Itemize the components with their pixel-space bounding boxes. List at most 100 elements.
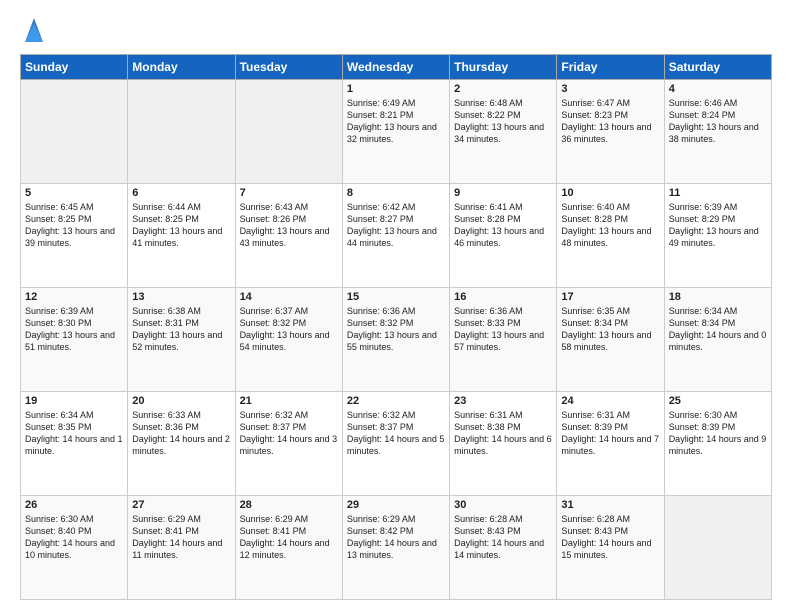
calendar-cell: 12 Sunrise: 6:39 AM Sunset: 8:30 PM Dayli… — [21, 288, 128, 392]
calendar-cell: 19Sunrise: 6:34 AM Sunset: 8:35 PM Dayli… — [21, 392, 128, 496]
calendar-cell: 3 Sunrise: 6:47 AM Sunset: 8:23 PM Daylig… — [557, 80, 664, 184]
day-number: 21 — [240, 395, 338, 407]
day-number: 2 — [454, 83, 552, 95]
day-number: 27 — [132, 499, 230, 511]
calendar-cell — [664, 496, 771, 600]
week-row-0: 1 Sunrise: 6:49 AM Sunset: 8:21 PM Daylig… — [21, 80, 772, 184]
day-info: Sunrise: 6:38 AM Sunset: 8:31 PM Dayligh… — [132, 305, 230, 354]
weekday-header-row: SundayMondayTuesdayWednesdayThursdayFrid… — [21, 55, 772, 80]
calendar-cell: 13 Sunrise: 6:38 AM Sunset: 8:31 PM Dayli… — [128, 288, 235, 392]
calendar-cell: 18 Sunrise: 6:34 AM Sunset: 8:34 PM Dayli… — [664, 288, 771, 392]
day-number: 22 — [347, 395, 445, 407]
calendar-cell: 9Sunrise: 6:41 AM Sunset: 8:28 PM Daylig… — [450, 184, 557, 288]
day-info: Sunrise: 6:46 AM Sunset: 8:24 PM Dayligh… — [669, 97, 767, 146]
day-number: 17 — [561, 291, 659, 303]
calendar-cell: 2 Sunrise: 6:48 AM Sunset: 8:22 PM Daylig… — [450, 80, 557, 184]
calendar-cell: 5 Sunrise: 6:45 AM Sunset: 8:25 PM Daylig… — [21, 184, 128, 288]
day-info: Sunrise: 6:32 AM Sunset: 8:37 PM Dayligh… — [347, 409, 445, 458]
weekday-header-tuesday: Tuesday — [235, 55, 342, 80]
day-info: Sunrise: 6:35 AM Sunset: 8:34 PM Dayligh… — [561, 305, 659, 354]
day-number: 4 — [669, 83, 767, 95]
calendar-cell: 24 Sunrise: 6:31 AM Sunset: 8:39 PM Dayli… — [557, 392, 664, 496]
day-info: Sunrise: 6:28 AM Sunset: 8:43 PM Dayligh… — [561, 513, 659, 562]
day-info: Sunrise: 6:29 AM Sunset: 8:41 PM Dayligh… — [132, 513, 230, 562]
day-number: 8 — [347, 187, 445, 199]
day-number: 5 — [25, 187, 123, 199]
weekday-header-friday: Friday — [557, 55, 664, 80]
day-number: 16 — [454, 291, 552, 303]
calendar-cell: 11Sunrise: 6:39 AM Sunset: 8:29 PM Dayli… — [664, 184, 771, 288]
day-info: Sunrise: 6:30 AM Sunset: 8:39 PM Dayligh… — [669, 409, 767, 458]
week-row-3: 19Sunrise: 6:34 AM Sunset: 8:35 PM Dayli… — [21, 392, 772, 496]
day-info: Sunrise: 6:28 AM Sunset: 8:43 PM Dayligh… — [454, 513, 552, 562]
logo-icon — [23, 14, 45, 44]
day-number: 3 — [561, 83, 659, 95]
day-info: Sunrise: 6:30 AM Sunset: 8:40 PM Dayligh… — [25, 513, 123, 562]
calendar-cell: 30 Sunrise: 6:28 AM Sunset: 8:43 PM Dayli… — [450, 496, 557, 600]
day-info: Sunrise: 6:42 AM Sunset: 8:27 PM Dayligh… — [347, 201, 445, 250]
day-info: Sunrise: 6:40 AM Sunset: 8:28 PM Dayligh… — [561, 201, 659, 250]
calendar-cell: 1 Sunrise: 6:49 AM Sunset: 8:21 PM Daylig… — [342, 80, 449, 184]
day-number: 15 — [347, 291, 445, 303]
header — [20, 18, 772, 44]
calendar-cell: 23 Sunrise: 6:31 AM Sunset: 8:38 PM Dayli… — [450, 392, 557, 496]
calendar-cell: 20Sunrise: 6:33 AM Sunset: 8:36 PM Dayli… — [128, 392, 235, 496]
day-number: 12 — [25, 291, 123, 303]
calendar-cell: 7 Sunrise: 6:43 AM Sunset: 8:26 PM Daylig… — [235, 184, 342, 288]
day-number: 13 — [132, 291, 230, 303]
day-info: Sunrise: 6:45 AM Sunset: 8:25 PM Dayligh… — [25, 201, 123, 250]
day-info: Sunrise: 6:36 AM Sunset: 8:33 PM Dayligh… — [454, 305, 552, 354]
weekday-header-thursday: Thursday — [450, 55, 557, 80]
day-number: 14 — [240, 291, 338, 303]
day-info: Sunrise: 6:32 AM Sunset: 8:37 PM Dayligh… — [240, 409, 338, 458]
calendar-cell: 25Sunrise: 6:30 AM Sunset: 8:39 PM Dayli… — [664, 392, 771, 496]
calendar-cell: 31 Sunrise: 6:28 AM Sunset: 8:43 PM Dayli… — [557, 496, 664, 600]
day-number: 7 — [240, 187, 338, 199]
calendar-cell: 15 Sunrise: 6:36 AM Sunset: 8:32 PM Dayli… — [342, 288, 449, 392]
calendar-cell: 6 Sunrise: 6:44 AM Sunset: 8:25 PM Daylig… — [128, 184, 235, 288]
day-info: Sunrise: 6:34 AM Sunset: 8:34 PM Dayligh… — [669, 305, 767, 354]
calendar-page: SundayMondayTuesdayWednesdayThursdayFrid… — [0, 0, 792, 612]
day-number: 31 — [561, 499, 659, 511]
day-info: Sunrise: 6:48 AM Sunset: 8:22 PM Dayligh… — [454, 97, 552, 146]
weekday-header-monday: Monday — [128, 55, 235, 80]
calendar-cell: 16 Sunrise: 6:36 AM Sunset: 8:33 PM Dayli… — [450, 288, 557, 392]
calendar-cell — [128, 80, 235, 184]
weekday-header-saturday: Saturday — [664, 55, 771, 80]
calendar-cell: 29 Sunrise: 6:29 AM Sunset: 8:42 PM Dayli… — [342, 496, 449, 600]
day-number: 6 — [132, 187, 230, 199]
day-number: 29 — [347, 499, 445, 511]
day-number: 18 — [669, 291, 767, 303]
calendar-cell — [21, 80, 128, 184]
day-info: Sunrise: 6:43 AM Sunset: 8:26 PM Dayligh… — [240, 201, 338, 250]
calendar-cell: 26 Sunrise: 6:30 AM Sunset: 8:40 PM Dayli… — [21, 496, 128, 600]
calendar-cell: 8 Sunrise: 6:42 AM Sunset: 8:27 PM Daylig… — [342, 184, 449, 288]
day-info: Sunrise: 6:29 AM Sunset: 8:42 PM Dayligh… — [347, 513, 445, 562]
day-info: Sunrise: 6:37 AM Sunset: 8:32 PM Dayligh… — [240, 305, 338, 354]
week-row-2: 12 Sunrise: 6:39 AM Sunset: 8:30 PM Dayli… — [21, 288, 772, 392]
calendar-cell: 27 Sunrise: 6:29 AM Sunset: 8:41 PM Dayli… — [128, 496, 235, 600]
day-info: Sunrise: 6:31 AM Sunset: 8:38 PM Dayligh… — [454, 409, 552, 458]
calendar-cell: 10Sunrise: 6:40 AM Sunset: 8:28 PM Dayli… — [557, 184, 664, 288]
day-info: Sunrise: 6:36 AM Sunset: 8:32 PM Dayligh… — [347, 305, 445, 354]
weekday-header-sunday: Sunday — [21, 55, 128, 80]
day-info: Sunrise: 6:39 AM Sunset: 8:29 PM Dayligh… — [669, 201, 767, 250]
weekday-header-wednesday: Wednesday — [342, 55, 449, 80]
day-info: Sunrise: 6:49 AM Sunset: 8:21 PM Dayligh… — [347, 97, 445, 146]
calendar-table: SundayMondayTuesdayWednesdayThursdayFrid… — [20, 54, 772, 600]
day-number: 24 — [561, 395, 659, 407]
day-number: 23 — [454, 395, 552, 407]
calendar-cell: 17 Sunrise: 6:35 AM Sunset: 8:34 PM Dayli… — [557, 288, 664, 392]
day-number: 1 — [347, 83, 445, 95]
day-info: Sunrise: 6:47 AM Sunset: 8:23 PM Dayligh… — [561, 97, 659, 146]
day-info: Sunrise: 6:44 AM Sunset: 8:25 PM Dayligh… — [132, 201, 230, 250]
day-number: 20 — [132, 395, 230, 407]
day-info: Sunrise: 6:41 AM Sunset: 8:28 PM Dayligh… — [454, 201, 552, 250]
week-row-4: 26 Sunrise: 6:30 AM Sunset: 8:40 PM Dayli… — [21, 496, 772, 600]
day-number: 30 — [454, 499, 552, 511]
day-number: 28 — [240, 499, 338, 511]
day-info: Sunrise: 6:31 AM Sunset: 8:39 PM Dayligh… — [561, 409, 659, 458]
calendar-cell — [235, 80, 342, 184]
day-number: 26 — [25, 499, 123, 511]
day-info: Sunrise: 6:39 AM Sunset: 8:30 PM Dayligh… — [25, 305, 123, 354]
